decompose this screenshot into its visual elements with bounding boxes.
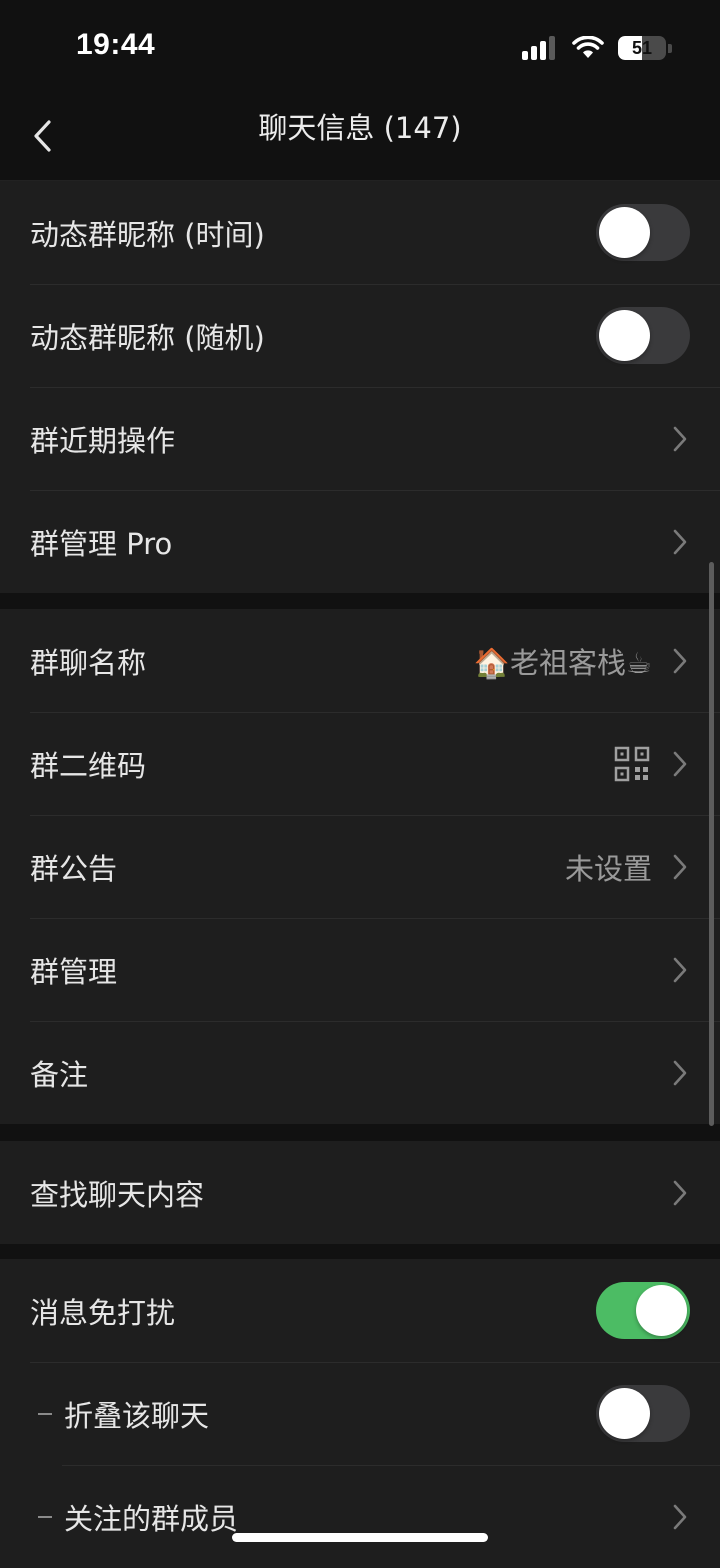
mute-notifications-row: 消息免打扰 [0,1259,720,1362]
settings-group-2: 群聊名称 🏠老祖客栈☕ 群二维码 群公告 未设置 群管理 备注 [0,609,720,1124]
toggle-knob [636,1285,687,1336]
chevron-right-icon [670,1503,690,1531]
sub-item-dash [38,1412,52,1415]
toggle-knob [599,207,650,258]
remark-row[interactable]: 备注 [0,1021,720,1124]
status-bar: 19:44 51 [0,0,720,92]
mute-notifications-toggle[interactable] [596,1282,690,1339]
row-label: 群管理 Pro [30,526,173,561]
settings-group-3: 查找聊天内容 [0,1141,720,1244]
settings-group-1: 动态群昵称 (时间) 动态群昵称 (随机) 群近期操作 群管理 Pro [0,181,720,593]
status-time: 19:44 [76,28,156,61]
row-label: 群管理 [30,954,118,989]
chevron-right-icon [670,425,690,453]
group-name-row[interactable]: 群聊名称 🏠老祖客栈☕ [0,609,720,712]
chevron-right-icon [670,750,690,778]
row-label: 消息免打扰 [30,1295,176,1330]
cellular-signal-icon [522,36,555,60]
row-label: 群聊名称 [30,645,147,680]
row-label: 群公告 [30,851,118,886]
dynamic-nickname-random-row: 动态群昵称 (随机) [0,284,720,387]
row-label: 动态群昵称 (时间) [30,217,265,252]
qr-code-icon [614,746,650,781]
chevron-right-icon [670,853,690,881]
chevron-right-icon [670,647,690,675]
dynamic-nickname-time-row: 动态群昵称 (时间) [0,181,720,284]
toggle-knob [599,1388,650,1439]
followed-members-row[interactable]: 关注的群成员 [0,1465,720,1568]
status-icons: 51 [522,34,672,62]
page-title: 聊天信息 (147) [258,111,462,145]
chevron-right-icon [670,1059,690,1087]
group-announcement-value: 未设置 [564,851,652,886]
chevron-right-icon [670,1179,690,1207]
wifi-icon [572,36,604,58]
toggle-knob [599,310,650,361]
settings-group-4: 消息免打扰 折叠该聊天 关注的群成员 [0,1259,720,1568]
row-label: 群二维码 [30,748,147,783]
battery-nub [668,43,672,53]
dynamic-nickname-time-toggle[interactable] [596,204,690,261]
group-qr-code-row[interactable]: 群二维码 [0,712,720,815]
fold-chat-row: 折叠该聊天 [0,1362,720,1465]
search-chat-content-row[interactable]: 查找聊天内容 [0,1141,720,1244]
battery-level: 51 [631,38,653,58]
group-management-row[interactable]: 群管理 [0,918,720,1021]
row-label: 折叠该聊天 [64,1398,210,1433]
row-label: 动态群昵称 (随机) [30,320,265,355]
row-label: 关注的群成员 [64,1501,239,1536]
nav-bar: 聊天信息 (147) [0,92,720,181]
home-indicator[interactable] [232,1533,488,1542]
row-label: 查找聊天内容 [30,1177,205,1212]
group-announcement-row[interactable]: 群公告 未设置 [0,815,720,918]
row-label: 群近期操作 [30,423,176,458]
scrollbar[interactable] [709,562,714,1126]
row-label: 备注 [30,1057,89,1092]
battery-icon: 51 [618,36,666,60]
recent-group-actions-row[interactable]: 群近期操作 [0,387,720,490]
sub-item-dash [38,1515,52,1518]
dynamic-nickname-random-toggle[interactable] [596,307,690,364]
chevron-right-icon [670,956,690,984]
fold-chat-toggle[interactable] [596,1385,690,1442]
group-management-pro-row[interactable]: 群管理 Pro [0,490,720,593]
group-name-value: 🏠老祖客栈☕ [473,645,652,680]
chevron-right-icon [670,528,690,556]
